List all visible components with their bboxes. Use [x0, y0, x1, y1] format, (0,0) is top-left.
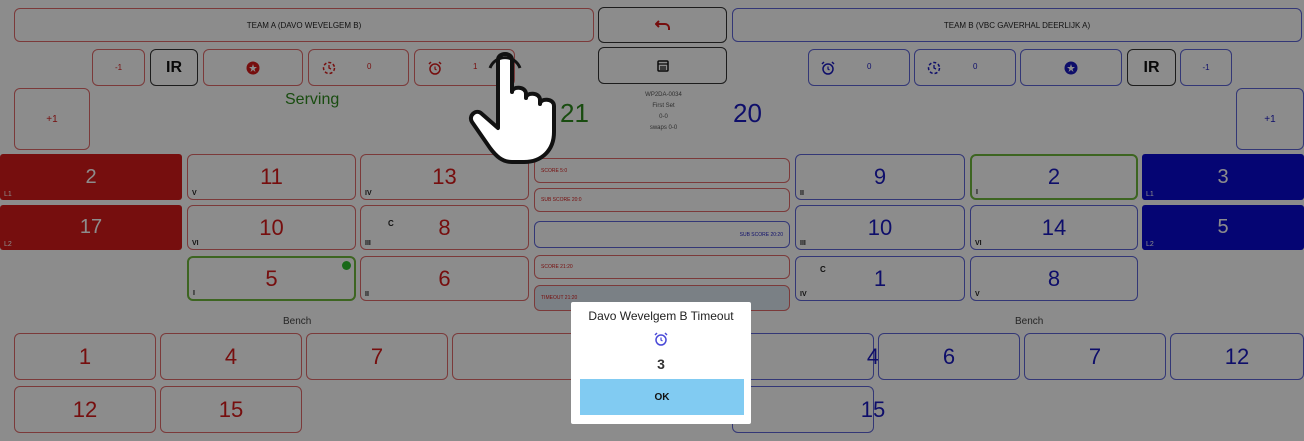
timeout-dialog: Davo Wevelgem B Timeout 3 OK	[571, 302, 751, 424]
alarm-clock-icon	[571, 332, 751, 346]
dialog-count: 3	[657, 356, 665, 372]
dialog-title: Davo Wevelgem B Timeout	[588, 309, 734, 323]
ok-button[interactable]: OK	[580, 379, 744, 415]
touch-hand-icon	[462, 48, 572, 166]
ok-label: OK	[654, 391, 670, 403]
